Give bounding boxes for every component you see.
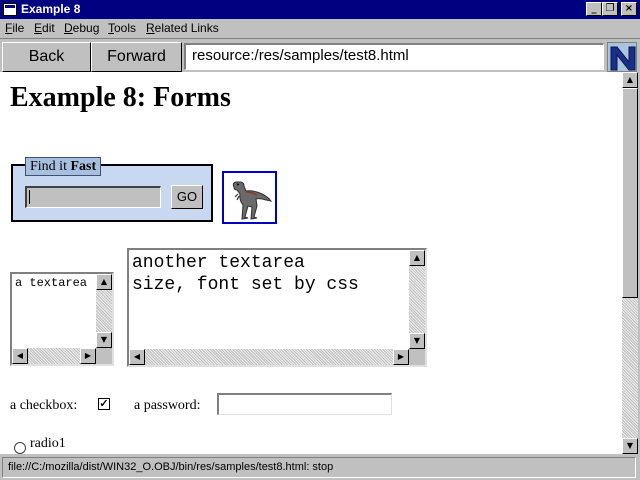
- legend-prefix: Find it: [30, 159, 71, 174]
- menu-edit-accelerator: E: [34, 21, 43, 35]
- styled-textarea-corner: [409, 349, 425, 365]
- checkbox-label: a checkbox:: [10, 398, 78, 413]
- status-bar: file://C:/mozilla/dist/WIN32_O.OBJ/bin/r…: [0, 455, 640, 480]
- menu-related-links-label: elated Links: [154, 21, 219, 35]
- scroll-left-icon[interactable]: ◀: [12, 348, 28, 364]
- styled-textarea[interactable]: another textarea size, font set by css ▲…: [127, 248, 427, 367]
- styled-textarea-text: another textarea size, font set by css: [132, 253, 359, 295]
- window-title: Example 8: [21, 2, 81, 16]
- menu-related-links[interactable]: Related Links: [146, 21, 219, 35]
- menu-bar: File Edit Debug Tools Related Links: [0, 19, 640, 38]
- dinosaur-graphic: [232, 181, 273, 220]
- small-textarea[interactable]: a textarea ▲ ▼ ◀ ▶: [10, 272, 114, 366]
- go-button[interactable]: GO: [171, 185, 203, 209]
- radio-label: radio1: [30, 436, 66, 451]
- small-textarea-corner: [96, 348, 112, 364]
- checkbox[interactable]: ✓: [98, 398, 110, 410]
- scroll-down-icon[interactable]: ▼: [409, 333, 425, 349]
- menu-tools[interactable]: Tools: [108, 21, 136, 35]
- scroll-left-icon[interactable]: ◀: [129, 349, 145, 365]
- styled-textarea-hscroll[interactable]: ◀ ▶: [129, 349, 409, 365]
- menu-edit[interactable]: Edit: [34, 21, 55, 35]
- small-textarea-text: a textarea: [15, 276, 88, 290]
- system-menu-icon[interactable]: [3, 3, 17, 16]
- legend-bold: Fast: [70, 159, 97, 174]
- browser-window: Example 8 _ ❐ × File Edit Debug Tools Re…: [0, 0, 640, 480]
- status-text: file://C:/mozilla/dist/WIN32_O.OBJ/bin/r…: [2, 457, 636, 478]
- forward-button[interactable]: Forward: [91, 42, 182, 72]
- menu-file-label: ile: [12, 21, 25, 35]
- menu-related-links-accelerator: R: [146, 21, 155, 35]
- restore-button[interactable]: ❐: [602, 2, 618, 16]
- page-title: Example 8: Forms: [10, 82, 231, 113]
- menu-debug-label: ebug: [72, 21, 100, 35]
- page-vscroll[interactable]: ▲ ▼: [622, 72, 638, 454]
- scroll-thumb[interactable]: [622, 88, 638, 298]
- url-field[interactable]: resource:/res/samples/test8.html: [184, 43, 604, 70]
- styled-textarea-vscroll[interactable]: ▲ ▼: [409, 250, 425, 349]
- scroll-right-icon[interactable]: ▶: [80, 348, 96, 364]
- find-it-fast-fieldset: Find it Fast GO: [11, 157, 213, 222]
- nav-toolbar: Back Forward resource:/res/samples/test8…: [0, 38, 640, 72]
- close-button[interactable]: ×: [621, 2, 637, 16]
- title-bar: Example 8 _ ❐ ×: [0, 0, 640, 19]
- password-field[interactable]: [217, 393, 392, 415]
- small-textarea-vscroll[interactable]: ▲ ▼: [96, 274, 112, 348]
- scroll-up-icon[interactable]: ▲: [622, 72, 638, 88]
- netscape-n-logo-graphic: [608, 43, 636, 71]
- scroll-up-icon[interactable]: ▲: [409, 250, 425, 266]
- scroll-down-icon[interactable]: ▼: [622, 438, 638, 454]
- find-input[interactable]: [25, 186, 161, 208]
- menu-tools-label: ools: [114, 21, 137, 35]
- checkmark-icon: ✓: [99, 398, 109, 410]
- radio-button[interactable]: [14, 442, 26, 454]
- scroll-right-icon[interactable]: ▶: [393, 349, 409, 365]
- menu-edit-label: dit: [42, 21, 55, 35]
- minimize-button[interactable]: _: [586, 2, 602, 16]
- dinosaur-image-icon[interactable]: [222, 171, 277, 224]
- small-textarea-hscroll[interactable]: ◀ ▶: [12, 348, 96, 364]
- password-label: a password:: [134, 398, 201, 413]
- fieldset-legend: Find it Fast: [25, 157, 102, 176]
- scroll-down-icon[interactable]: ▼: [96, 332, 112, 348]
- menu-debug-accelerator: D: [64, 21, 73, 35]
- scroll-up-icon[interactable]: ▲: [96, 274, 112, 290]
- back-button[interactable]: Back: [2, 42, 91, 72]
- menu-file[interactable]: File: [5, 21, 24, 35]
- menu-debug[interactable]: Debug: [64, 21, 99, 35]
- netscape-n-logo-icon[interactable]: [607, 42, 637, 72]
- page-content: Example 8: Forms Find it Fast GO a texta…: [0, 72, 622, 454]
